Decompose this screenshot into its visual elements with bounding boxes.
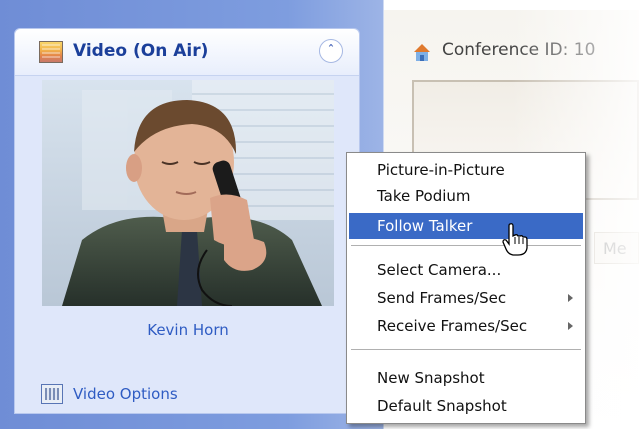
- menu-item-follow-talker[interactable]: Follow Talker: [349, 213, 583, 239]
- video-feed[interactable]: [42, 80, 334, 306]
- double-chevron-up-icon: ˆ: [328, 43, 334, 57]
- conference-id-label: Conference ID: 10: [442, 40, 596, 60]
- menu-item-label: Send Frames/Sec: [377, 289, 507, 307]
- submenu-arrow-icon: [568, 294, 573, 302]
- menu-item-default-snapshot[interactable]: Default Snapshot: [349, 393, 583, 419]
- menu-item-picture-in-picture[interactable]: Picture-in-Picture: [349, 157, 583, 183]
- menu-item-receive-frames[interactable]: Receive Frames/Sec: [349, 313, 583, 339]
- menu-item-send-frames[interactable]: Send Frames/Sec: [349, 285, 583, 311]
- video-options-link[interactable]: Video Options: [73, 385, 178, 403]
- menu-separator: [351, 349, 581, 350]
- collapse-button[interactable]: ˆ: [319, 39, 343, 63]
- context-menu: Picture-in-Picture Take Podium Follow Ta…: [346, 152, 586, 424]
- video-panel-header: Video (On Air) ˆ: [15, 29, 359, 76]
- panel-title: Video (On Air): [73, 41, 209, 61]
- video-options-icon[interactable]: [41, 384, 63, 404]
- hand-pointer-cursor-icon: [502, 222, 528, 256]
- conference-house-icon: [412, 42, 432, 62]
- menu-item-select-camera[interactable]: Select Camera...: [349, 257, 583, 283]
- caller-video-image: [42, 80, 334, 306]
- menu-item-label: Receive Frames/Sec: [377, 317, 528, 335]
- video-screen-icon: [39, 41, 63, 63]
- menu-item-take-podium[interactable]: Take Podium: [349, 183, 583, 209]
- menu-separator: [351, 245, 581, 246]
- menu-item-new-snapshot[interactable]: New Snapshot: [349, 365, 583, 391]
- conference-ghost-button[interactable]: Me: [594, 232, 639, 264]
- caller-name: Kevin Horn: [147, 321, 229, 339]
- submenu-arrow-icon: [568, 322, 573, 330]
